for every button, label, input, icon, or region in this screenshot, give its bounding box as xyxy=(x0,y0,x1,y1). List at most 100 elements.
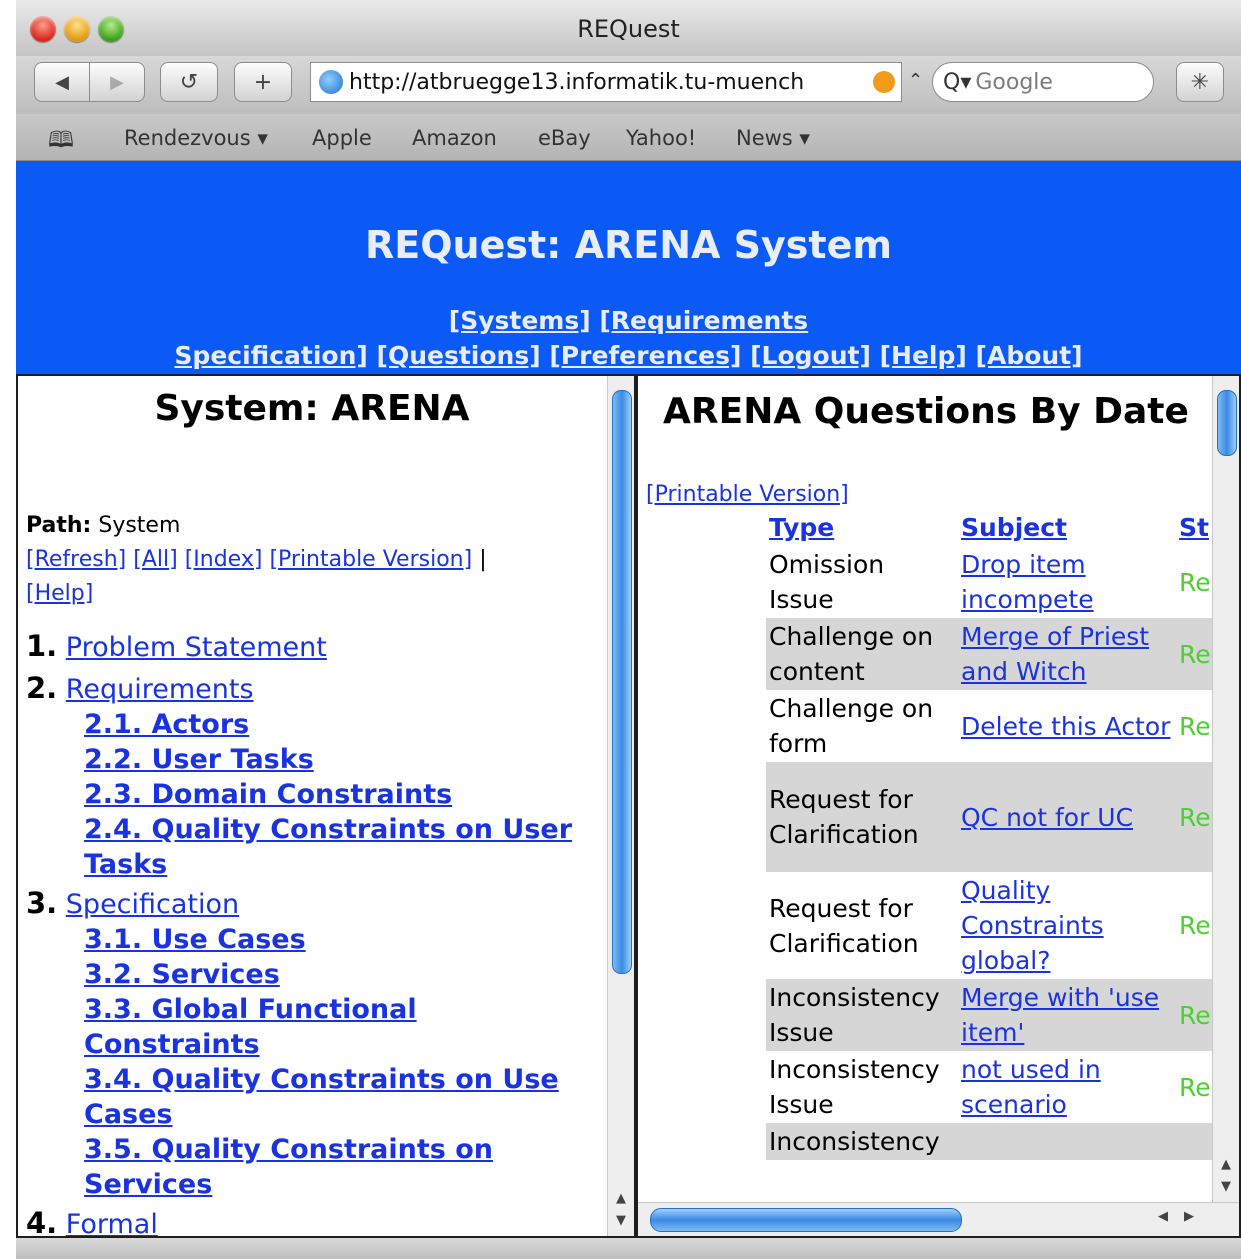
questions-title: ARENA Questions By Date xyxy=(663,391,1189,432)
url-text: http://atbruegge13.informatik.tu-muench xyxy=(349,69,805,95)
row-subject-link[interactable]: not used in scenario xyxy=(961,1055,1101,1119)
all-link[interactable]: [All] xyxy=(133,547,177,572)
system-title: System: ARENA xyxy=(154,388,470,429)
bookmark-amazon[interactable]: Amazon xyxy=(412,126,497,150)
left-vertical-scrollbar[interactable]: ▲ ▼ xyxy=(607,376,634,1236)
bookmark-news[interactable]: News ▾ xyxy=(736,126,810,150)
index-link[interactable]: [Index] xyxy=(185,547,263,572)
row-subject-link[interactable]: Drop item incompete xyxy=(961,550,1094,614)
nav-preferences-link[interactable]: [Preferences] xyxy=(549,341,741,370)
toc-link-quality-constraints-use-cases[interactable]: 3.4. Quality Constraints on Use Cases xyxy=(84,1064,559,1130)
bookmark-ebay[interactable]: eBay xyxy=(538,126,591,150)
left-scroll-down-button[interactable]: ▼ xyxy=(608,1210,634,1232)
back-button[interactable]: ◀ xyxy=(34,62,90,102)
row-subject-link[interactable]: Quality Constraints global? xyxy=(961,876,1104,975)
help-link[interactable]: [Help] xyxy=(26,581,93,606)
nav-systems-link[interactable]: [Systems] xyxy=(449,306,591,335)
toc-item-1: 1. Problem Statement xyxy=(26,629,327,663)
bookmark-rendezvous[interactable]: Rendezvous ▾ xyxy=(124,126,268,150)
right-vertical-scrollbar[interactable]: ▲ ▼ xyxy=(1212,376,1239,1202)
right-content: ARENA Questions By Date [Printable Versi… xyxy=(646,376,1239,1160)
url-dropdown-icon[interactable]: ⌃ xyxy=(908,70,923,91)
toc-item-4: 4. Formal xyxy=(26,1206,158,1238)
nav-questions-link[interactable]: [Questions] xyxy=(377,341,541,370)
table-row: Inconsistency xyxy=(766,1123,1239,1160)
snapback-icon[interactable] xyxy=(873,71,895,93)
row-subject-link[interactable]: Merge with 'use item' xyxy=(961,983,1159,1047)
scroll-left-button[interactable]: ◀ xyxy=(1158,1209,1168,1224)
row-type: Request for Clarification xyxy=(769,893,919,958)
reload-icon: ↺ xyxy=(179,69,199,95)
toc-link-problem-statement[interactable]: Problem Statement xyxy=(66,632,327,663)
table-row: Inconsistency Issue Merge with 'use item… xyxy=(766,979,1239,1051)
toc-link-quality-constraints-user-tasks[interactable]: 2.4. Quality Constraints on User Tasks xyxy=(84,814,572,880)
reload-button[interactable]: ↺ xyxy=(160,62,218,102)
nav-line-2: Specification] [Questions] [Preferences]… xyxy=(16,341,1241,370)
nav-logout-link[interactable]: [Logout] xyxy=(750,341,871,370)
search-icon[interactable]: Q▾ xyxy=(943,70,971,95)
path-block: Path: System [Refresh] [All] [Index] [Pr… xyxy=(26,509,598,611)
toc-link-user-tasks[interactable]: 2.2. User Tasks xyxy=(84,744,314,775)
subject-column-header[interactable]: Subject xyxy=(961,513,1067,542)
row-type: Challenge on form xyxy=(769,694,934,758)
questions-table: Type Subject St Omission Issue Drop item… xyxy=(766,509,1239,1160)
table-row: Request for Clarification Quality Constr… xyxy=(766,872,1239,979)
page-title: REQuest: ARENA System xyxy=(365,223,892,267)
toc-link-services[interactable]: 3.2. Services xyxy=(84,959,280,990)
right-printable-version-link[interactable]: [Printable Version] xyxy=(646,482,849,507)
left-content: System: ARENA Path: System [Refresh] [Al… xyxy=(26,376,598,1238)
toc-requirements-children: 2.1. Actors 2.2. User Tasks 2.3. Domain … xyxy=(26,707,584,882)
right-scroll-thumb[interactable] xyxy=(1217,390,1237,456)
horizontal-scroll-thumb[interactable] xyxy=(650,1208,962,1232)
toc-specification-children: 3.1. Use Cases 3.2. Services 3.3. Global… xyxy=(26,922,564,1202)
path-label: Path: xyxy=(26,513,92,538)
left-scroll-thumb[interactable] xyxy=(612,390,632,974)
type-column-header[interactable]: Type xyxy=(769,513,834,542)
search-field[interactable]: Q▾ Google xyxy=(932,62,1154,102)
path-value: System xyxy=(98,513,181,538)
bookmark-apple[interactable]: Apple xyxy=(312,126,372,150)
refresh-link[interactable]: [Refresh] xyxy=(26,547,126,572)
toc-link-actors[interactable]: 2.1. Actors xyxy=(84,709,249,740)
toolbar: ◀ ▶ ↺ + http://atbruegge13.informatik.tu… xyxy=(16,56,1241,114)
left-frame: System: ARENA Path: System [Refresh] [Al… xyxy=(16,374,636,1238)
toc-item-3: 3. Specification xyxy=(26,886,240,920)
toc-link-quality-constraints-services[interactable]: 3.5. Quality Constraints on Services xyxy=(84,1134,493,1200)
nav-specification-link[interactable]: Specification] xyxy=(174,341,367,370)
left-scroll-up-button[interactable]: ▲ xyxy=(608,1188,634,1210)
toc-link-use-cases[interactable]: 3.1. Use Cases xyxy=(84,924,306,955)
address-bar[interactable]: http://atbruegge13.informatik.tu-muench xyxy=(310,62,902,102)
title-bar: REQuest xyxy=(16,0,1241,57)
forward-button[interactable]: ▶ xyxy=(89,62,145,102)
right-frame: ARENA Questions By Date [Printable Versi… xyxy=(636,374,1241,1238)
nav-line-1: [Systems] [Requirements xyxy=(16,306,1241,335)
activity-button[interactable]: ✳ xyxy=(1176,62,1224,102)
scroll-right-button[interactable]: ▶ xyxy=(1184,1209,1194,1224)
bookmark-yahoo[interactable]: Yahoo! xyxy=(626,126,696,150)
row-subject-link[interactable]: Merge of Priest and Witch xyxy=(961,622,1149,686)
row-subject-link[interactable]: QC not for UC xyxy=(961,803,1133,832)
right-scroll-up-button[interactable]: ▲ xyxy=(1213,1154,1239,1176)
toc-link-global-functional-constraints[interactable]: 3.3. Global Functional Constraints xyxy=(84,994,417,1060)
bookmarks-book-icon[interactable]: 🕮 xyxy=(48,123,74,161)
status-bar xyxy=(16,1238,1241,1259)
forward-icon: ▶ xyxy=(110,71,124,93)
toc-link-specification[interactable]: Specification xyxy=(66,889,239,920)
printable-version-link[interactable]: [Printable Version] xyxy=(269,547,472,572)
toc-link-requirements[interactable]: Requirements xyxy=(66,674,254,705)
add-bookmark-button[interactable]: + xyxy=(234,62,292,102)
row-subject-link[interactable]: Delete this Actor xyxy=(961,712,1170,741)
right-horizontal-scrollbar[interactable]: ◀ ▶ xyxy=(638,1202,1239,1236)
nav-requirements-link[interactable]: [Requirements xyxy=(599,306,808,335)
row-type: Inconsistency xyxy=(766,1123,958,1160)
nav-about-link[interactable]: [About] xyxy=(976,341,1083,370)
row-type: Challenge on content xyxy=(766,618,958,690)
status-column-header[interactable]: St xyxy=(1179,513,1209,542)
nav-help-link[interactable]: [Help] xyxy=(880,341,967,370)
window-title: REQuest xyxy=(577,15,680,43)
toc-link-formal[interactable]: Formal xyxy=(66,1209,158,1236)
table-row: Challenge on content Merge of Priest and… xyxy=(766,618,1239,690)
right-scroll-down-button[interactable]: ▼ xyxy=(1213,1176,1239,1198)
row-type: Request for Clarification xyxy=(766,762,958,872)
toc-link-domain-constraints[interactable]: 2.3. Domain Constraints xyxy=(84,779,452,810)
